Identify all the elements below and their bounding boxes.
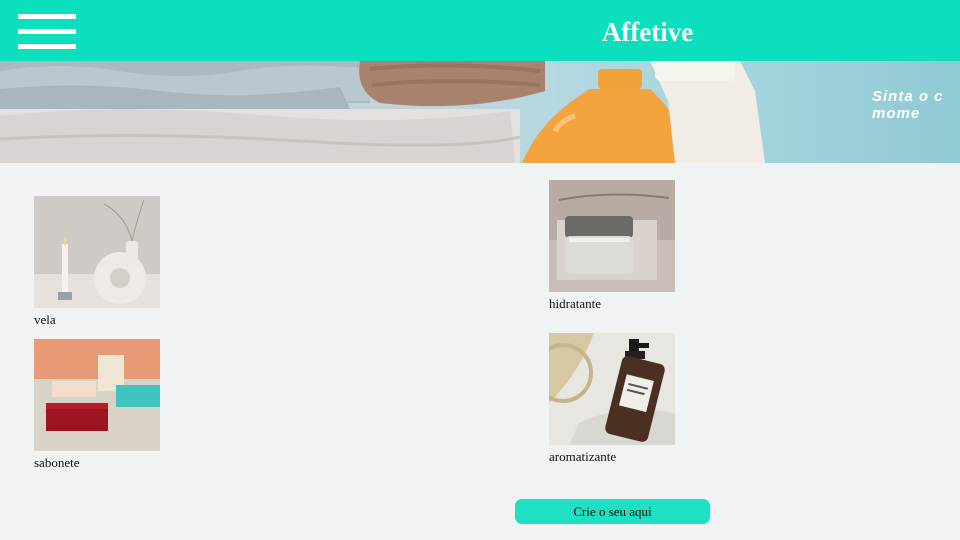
product-label-hidratante[interactable]: hidratante [549, 296, 675, 312]
create-your-own-button[interactable]: Crie o seu aqui [515, 499, 710, 524]
banner-slogan: Sinta o c mome [872, 88, 944, 122]
top-header: Affetive [0, 0, 960, 61]
banner-illustration [0, 61, 765, 163]
product-card-sabonete[interactable]: sabonete [34, 339, 160, 471]
hero-banner: Sinta o c mome [0, 61, 960, 163]
product-card-hidratante[interactable]: hidratante [549, 180, 675, 312]
product-card-aromatizante[interactable]: aromatizante [549, 333, 675, 465]
product-label-aromatizante[interactable]: aromatizante [549, 449, 675, 465]
product-image-aromatizante[interactable] [549, 333, 675, 445]
product-image-vela[interactable] [34, 196, 160, 308]
product-label-vela[interactable]: vela [34, 312, 160, 328]
brand-title: Affetive [601, 17, 694, 47]
hamburger-menu-icon[interactable] [18, 12, 76, 52]
product-card-vela[interactable]: vela [34, 196, 160, 328]
product-image-sabonete[interactable] [34, 339, 160, 451]
product-image-hidratante[interactable] [549, 180, 675, 292]
product-label-sabonete[interactable]: sabonete [34, 455, 160, 471]
